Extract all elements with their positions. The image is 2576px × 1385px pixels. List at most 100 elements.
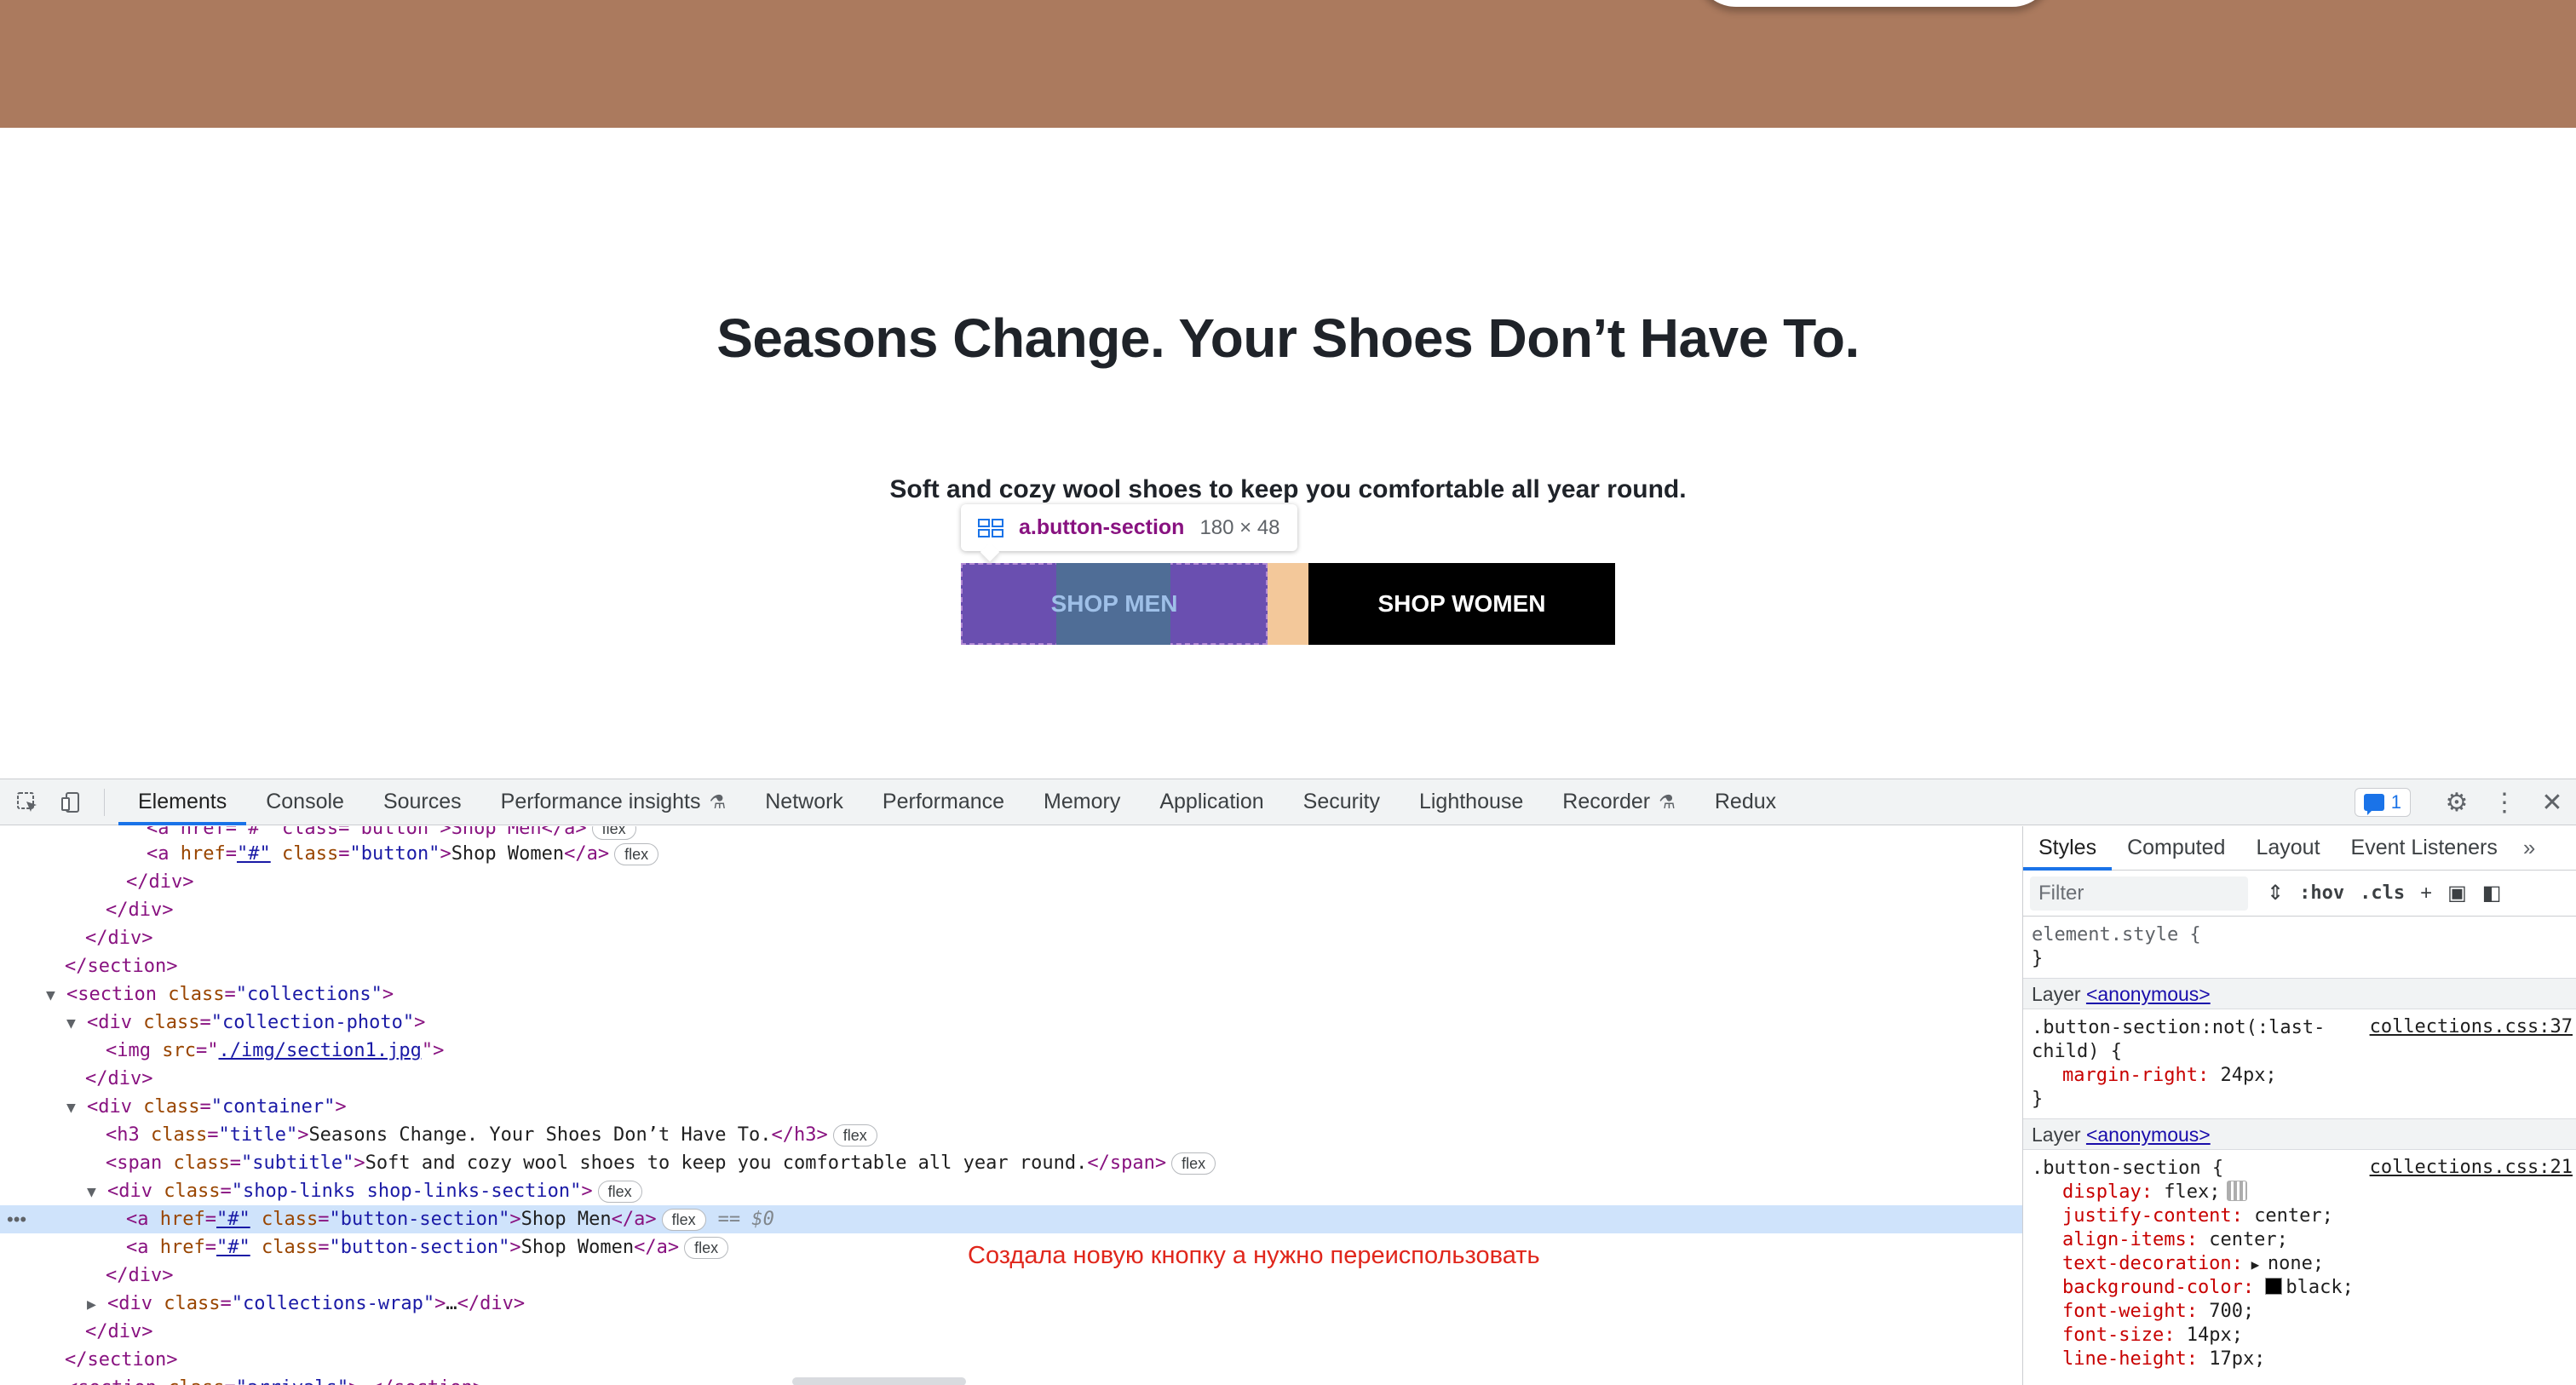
css-prop-value[interactable]: 17px;: [2209, 1348, 2265, 1370]
css-rule-button-section[interactable]: .button-section { collections.css:21 dis…: [2023, 1150, 2576, 1378]
flex-badge[interactable]: flex: [832, 1124, 877, 1147]
device-toolbar-icon[interactable]: [55, 785, 89, 819]
dom-line[interactable]: </div>: [0, 1318, 2022, 1346]
tab-console[interactable]: Console: [246, 779, 364, 825]
expand-triangle-icon[interactable]: ▼: [66, 1094, 87, 1122]
dom-line[interactable]: </div>: [0, 868, 2022, 896]
dom-line[interactable]: ▼ <div class="container">: [0, 1093, 2022, 1121]
element-style-rule[interactable]: element.style { }: [2023, 917, 2576, 979]
dom-line[interactable]: ▶<section class="arrivals">…</section>: [0, 1374, 2022, 1385]
devtools-panel: Elements Console Sources Performance ins…: [0, 779, 2576, 1385]
css-prop-name[interactable]: line-height: [2062, 1348, 2187, 1370]
tab-performance-insights[interactable]: Performance insights ⚗: [481, 779, 746, 825]
css-rule-margin[interactable]: .button-section:not(:last- child) { coll…: [2023, 1009, 2576, 1119]
close-icon[interactable]: ✕: [2528, 779, 2576, 825]
shop-women-button[interactable]: SHOP WOMEN: [1308, 563, 1615, 645]
tab-computed[interactable]: Computed: [2112, 826, 2240, 871]
flex-badge[interactable]: flex: [591, 826, 636, 840]
tab-memory[interactable]: Memory: [1024, 779, 1140, 825]
tab-network[interactable]: Network: [745, 779, 863, 825]
dom-line[interactable]: <span class="subtitle">Soft and cozy woo…: [0, 1149, 2022, 1177]
css-prop-name[interactable]: margin-right: [2062, 1065, 2198, 1086]
rule-source-link[interactable]: collections.css:21: [2370, 1157, 2573, 1178]
tab-elements[interactable]: Elements: [118, 779, 247, 825]
red-annotation-note: Создала новую кнопку а нужно переиспольз…: [968, 1242, 1540, 1269]
dom-line[interactable]: </div>: [0, 896, 2022, 924]
img-src-link[interactable]: ./img/section1.jpg: [218, 1040, 421, 1061]
hov-toggle[interactable]: :hov: [2299, 882, 2344, 904]
css-prop-value[interactable]: 24px;: [2220, 1065, 2276, 1086]
sidebar-tabs: Styles Computed Layout Event Listeners »: [2023, 826, 2576, 871]
styles-filter-input[interactable]: Filter: [2030, 876, 2248, 911]
dom-line[interactable]: </section>: [0, 1346, 2022, 1374]
expand-triangle-icon[interactable]: ▼: [46, 981, 66, 1009]
dom-line[interactable]: <img src="./img/section1.jpg">: [0, 1037, 2022, 1065]
dom-line[interactable]: </section>: [0, 952, 2022, 980]
css-prop-value[interactable]: flex;: [2164, 1181, 2220, 1203]
dom-line[interactable]: <h3 class="title">Seasons Change. Your S…: [0, 1121, 2022, 1149]
tab-redux[interactable]: Redux: [1695, 779, 1796, 825]
toggle-sidebar-icon[interactable]: ◧: [2482, 881, 2502, 905]
attr-value[interactable]: "#": [237, 843, 271, 865]
dom-line[interactable]: ▼ <section class="collections">: [0, 980, 2022, 1009]
css-prop-value[interactable]: center;: [2254, 1205, 2333, 1227]
color-swatch[interactable]: [2265, 1278, 2283, 1295]
flex-badge[interactable]: flex: [1171, 1152, 1216, 1175]
css-prop-value[interactable]: 700;: [2209, 1301, 2254, 1322]
css-prop-name[interactable]: background-color: [2062, 1277, 2243, 1298]
rendering-emulation-icon[interactable]: ⇕: [2267, 881, 2284, 905]
tab-sources[interactable]: Sources: [364, 779, 481, 825]
rule-source-link[interactable]: collections.css:37: [2370, 1016, 2573, 1037]
collapsed-triangle-icon[interactable]: ▶: [87, 1290, 107, 1319]
css-prop-name[interactable]: align-items: [2062, 1229, 2187, 1250]
horizontal-scrollbar[interactable]: [792, 1377, 966, 1385]
tab-layout[interactable]: Layout: [2240, 826, 2335, 871]
dom-line[interactable]: </div>: [0, 924, 2022, 952]
shop-men-button[interactable]: SHOP MEN: [961, 563, 1268, 645]
cls-toggle[interactable]: .cls: [2360, 882, 2405, 904]
dom-line-selected[interactable]: ••• <a href="#" class="button-section">Sh…: [0, 1205, 2022, 1233]
tab-application[interactable]: Application: [1140, 779, 1283, 825]
css-prop-name[interactable]: font-size: [2062, 1325, 2164, 1346]
tab-performance[interactable]: Performance: [863, 779, 1024, 825]
settings-gear-icon[interactable]: ⚙: [2433, 779, 2481, 825]
more-actions-icon[interactable]: •••: [7, 1205, 26, 1233]
flex-badge[interactable]: flex: [661, 1209, 706, 1231]
issues-button[interactable]: 1: [2354, 788, 2411, 817]
css-prop-name[interactable]: justify-content: [2062, 1205, 2232, 1227]
inspect-element-icon[interactable]: [10, 785, 44, 819]
new-rule-plus-icon[interactable]: +: [2420, 882, 2432, 905]
collapsed-triangle-icon[interactable]: ▶: [46, 1375, 66, 1385]
flexbox-editor-icon[interactable]: [2227, 1181, 2248, 1201]
css-prop-name[interactable]: display: [2062, 1181, 2142, 1203]
expand-triangle-icon[interactable]: ▶: [2243, 1256, 2268, 1273]
layer-link[interactable]: <anonymous>: [2086, 1124, 2211, 1146]
expand-triangle-icon[interactable]: ▼: [87, 1178, 107, 1206]
dom-line[interactable]: <a href="#" class="button">Shop Women</a…: [0, 840, 2022, 868]
flex-badge[interactable]: flex: [614, 843, 659, 865]
css-prop-value[interactable]: center;: [2209, 1229, 2288, 1250]
shop-men-label: SHOP MEN: [1050, 590, 1178, 617]
tab-styles[interactable]: Styles: [2023, 826, 2113, 871]
dom-line[interactable]: ▼ <div class="collection-photo">: [0, 1009, 2022, 1037]
layer-link[interactable]: <anonymous>: [2086, 983, 2211, 1005]
more-tabs-chevron-icon[interactable]: »: [2513, 826, 2545, 871]
flex-badge[interactable]: flex: [597, 1181, 642, 1203]
css-prop-value[interactable]: black;: [2286, 1277, 2353, 1298]
dom-line[interactable]: ▼ <div class="shop-links shop-links-secti…: [0, 1177, 2022, 1205]
css-prop-name[interactable]: font-weight: [2062, 1301, 2187, 1322]
tab-lighthouse[interactable]: Lighthouse: [1400, 779, 1543, 825]
flex-badge[interactable]: flex: [684, 1237, 729, 1259]
css-prop-name[interactable]: text-decoration: [2062, 1253, 2232, 1274]
tab-recorder[interactable]: Recorder ⚗: [1543, 779, 1695, 825]
more-options-icon[interactable]: ⋮: [2481, 779, 2528, 825]
css-prop-value[interactable]: none;: [2268, 1253, 2324, 1274]
tooltip-selector: a.button-section: [1019, 515, 1185, 539]
dom-line[interactable]: ▶ <div class="collections-wrap">…</div>: [0, 1290, 2022, 1318]
tab-event-listeners[interactable]: Event Listeners: [2336, 826, 2513, 871]
css-prop-value[interactable]: 14px;: [2187, 1325, 2243, 1346]
tab-security[interactable]: Security: [1284, 779, 1400, 825]
paint-brush-icon[interactable]: ▣: [2447, 881, 2467, 905]
dom-line[interactable]: </div>: [0, 1065, 2022, 1093]
expand-triangle-icon[interactable]: ▼: [66, 1009, 87, 1037]
